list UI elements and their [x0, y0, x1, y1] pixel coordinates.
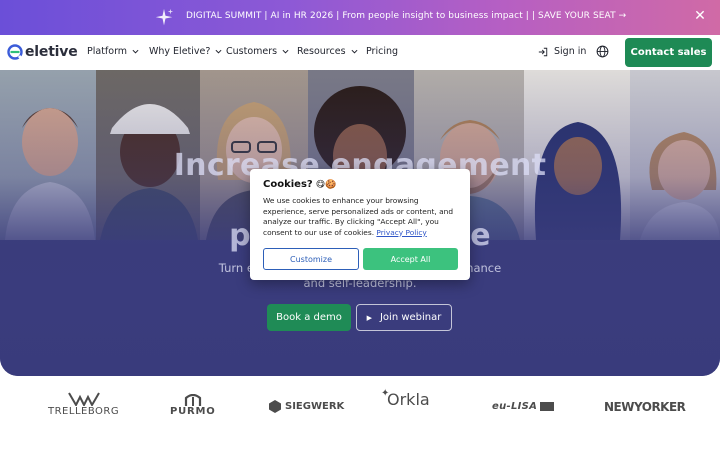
nav-item-why-eletive[interactable]: Why Eletive? [149, 46, 222, 57]
sparkle-icon [155, 8, 174, 26]
cookie-consent-dialog: Cookies? 😋🍪 We use cookies to enhance yo… [250, 169, 470, 280]
purmo-text: PURMO [170, 406, 216, 417]
siegwerk-logo: SIEGWERK [268, 399, 344, 414]
nav-item-label: Pricing [366, 46, 399, 57]
announcement-banner[interactable]: DIGITAL SUMMIT | AI in HR 2026 | From pe… [0, 0, 720, 35]
sign-in-icon [538, 47, 548, 56]
trelleborg-logo: TRELLEBORG [48, 392, 119, 417]
banner-text[interactable]: DIGITAL SUMMIT | AI in HR 2026 | From pe… [186, 11, 626, 21]
contact-sales-button[interactable]: Contact sales [625, 38, 712, 67]
chevron-down-icon [282, 49, 289, 54]
join-webinar-button[interactable]: ▶ Join webinar [356, 304, 452, 331]
book-demo-button[interactable]: Book a demo [267, 304, 351, 331]
orkla-logo: Orkla ✦ [381, 388, 430, 409]
cookie-emoji: 😋🍪 [315, 179, 337, 190]
siegwerk-mark-icon [269, 400, 281, 413]
play-icon: ▶ [366, 313, 372, 322]
purmo-logo: PURMO [170, 394, 216, 417]
close-icon[interactable]: ✕ [692, 8, 708, 24]
eu-lisa-logo: eu-LISA [492, 401, 555, 412]
customize-button[interactable]: Customize [263, 248, 359, 270]
nav-item-platform[interactable]: Platform [87, 46, 139, 57]
sign-in-link[interactable]: Sign in [538, 46, 586, 57]
nav-item-pricing[interactable]: Pricing [366, 46, 398, 57]
cookie-body: We use cookies to enhance your browsing … [263, 196, 457, 238]
nav-item-label: Customers [226, 46, 278, 57]
customer-logos: TRELLEBORG PURMO SIEGWERK Orkla ✦ eu-LIS… [0, 380, 720, 450]
join-webinar-label: Join webinar [379, 312, 442, 323]
orkla-star-icon: ✦ [381, 388, 390, 399]
privacy-policy-link[interactable]: Privacy Policy [376, 228, 426, 237]
eu-lisa-flag-icon [540, 402, 555, 411]
accept-all-button[interactable]: Accept All [363, 248, 458, 270]
nav-item-customers[interactable]: Customers [226, 46, 289, 57]
brand-logo[interactable]: eletive [7, 44, 78, 60]
chevron-down-icon [215, 49, 222, 54]
nav-item-label: Platform [87, 46, 128, 57]
nav-item-label: Why Eletive? [149, 46, 211, 57]
trelleborg-text: TRELLEBORG [48, 406, 120, 417]
eletive-logo-icon [7, 44, 23, 60]
cookie-title: Cookies? 😋🍪 [263, 179, 457, 190]
new-yorker-logo: NEWYORKER [604, 400, 686, 414]
eu-lisa-text: eu-LISA [492, 401, 538, 412]
nav-item-label: Resources [297, 46, 346, 57]
new-yorker-text: NEWYORKER [604, 400, 686, 414]
top-navigation: eletive Platform Why Eletive? Customers … [0, 35, 720, 70]
siegwerk-text: SIEGWERK [285, 401, 345, 412]
nav-item-resources[interactable]: Resources [297, 46, 358, 57]
chevron-down-icon [132, 49, 139, 54]
chevron-down-icon [351, 49, 358, 54]
globe-icon[interactable] [596, 45, 609, 58]
trelleborg-mark-icon [67, 392, 100, 406]
cookie-title-text: Cookies? [263, 179, 313, 190]
sign-in-label: Sign in [554, 46, 587, 57]
brand-name: eletive [25, 44, 78, 60]
purmo-mark-icon [184, 394, 201, 406]
